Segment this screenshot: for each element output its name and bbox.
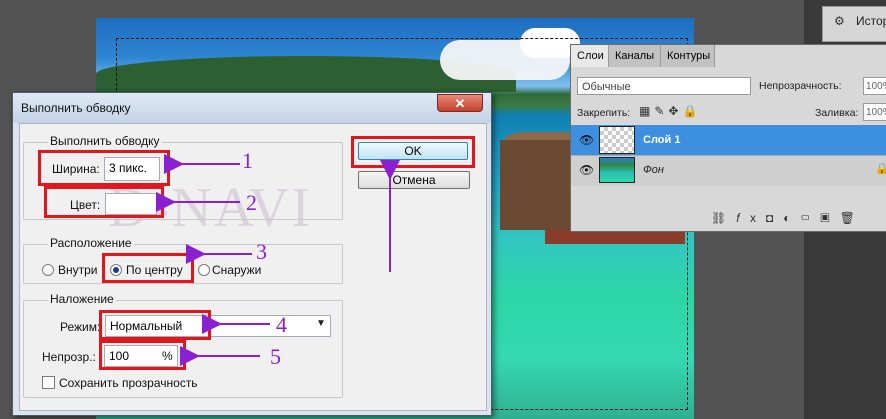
callout-arrows	[156, 154, 400, 366]
callout-number: 3	[256, 239, 267, 264]
callout-number: 2	[246, 190, 257, 215]
callout-number: 5	[270, 344, 281, 369]
callout-number: 1	[242, 148, 253, 173]
callout-number: 4	[276, 312, 287, 337]
